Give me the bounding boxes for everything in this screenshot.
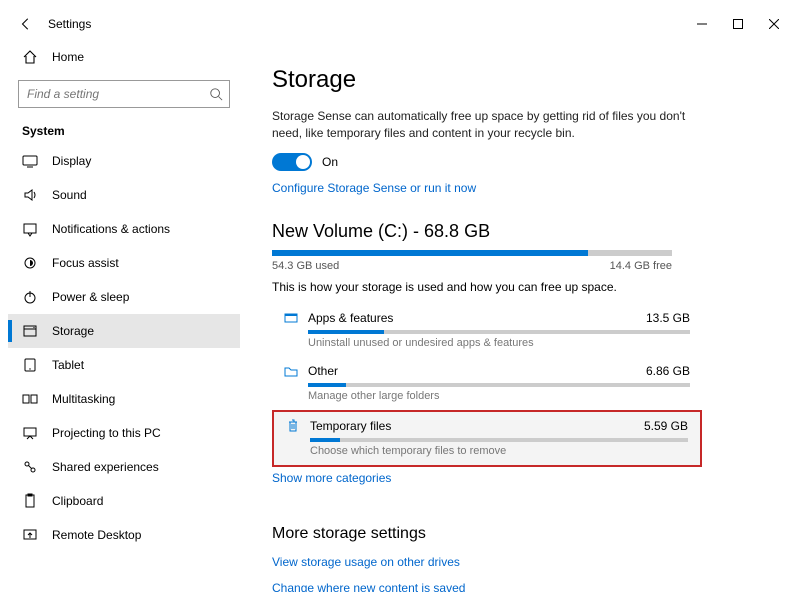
content: Storage Storage Sense can automatically … — [240, 40, 792, 592]
category-apps[interactable]: Apps & features 13.5 GB Uninstall unused o… — [272, 304, 702, 357]
category-bar — [310, 438, 688, 442]
nav-item-label: Display — [52, 154, 91, 168]
group-system-label: System — [8, 116, 240, 144]
window-title: Settings — [48, 17, 91, 31]
shared-icon — [22, 459, 38, 475]
show-more-categories-link[interactable]: Show more categories — [272, 471, 391, 485]
storage-sense-description: Storage Sense can automatically free up … — [272, 108, 692, 143]
nav-item-clipboard[interactable]: Clipboard — [8, 484, 240, 518]
nav-item-label: Clipboard — [52, 494, 103, 508]
category-size: 13.5 GB — [646, 311, 690, 325]
usage-description: This is how your storage is used and how… — [272, 280, 760, 294]
sidebar: Home System Display Sound Notifications & … — [8, 40, 240, 592]
category-folder[interactable]: Other 6.86 GB Manage other large folders — [272, 357, 702, 410]
nav-item-multitasking[interactable]: Multitasking — [8, 382, 240, 416]
configure-storage-sense-link[interactable]: Configure Storage Sense or run it now — [272, 181, 476, 195]
toggle-state-label: On — [322, 155, 338, 169]
nav-item-storage[interactable]: Storage — [8, 314, 240, 348]
free-label: 14.4 GB free — [610, 260, 672, 272]
projecting-icon — [22, 425, 38, 441]
category-subtext: Uninstall unused or undesired apps & fea… — [308, 337, 696, 349]
back-button[interactable] — [8, 8, 44, 40]
used-label: 54.3 GB used — [272, 260, 339, 272]
nav-home[interactable]: Home — [8, 40, 240, 74]
home-icon — [22, 49, 38, 65]
titlebar: Settings — [8, 8, 792, 40]
nav-item-label: Multitasking — [52, 392, 115, 406]
category-size: 5.59 GB — [644, 419, 688, 433]
page-title: Storage — [272, 66, 760, 94]
nav-item-display[interactable]: Display — [8, 144, 240, 178]
nav-item-sound[interactable]: Sound — [8, 178, 240, 212]
close-button[interactable] — [756, 8, 792, 40]
category-subtext: Manage other large folders — [308, 390, 696, 402]
nav-item-projecting[interactable]: Projecting to this PC — [8, 416, 240, 450]
search-icon — [208, 86, 224, 102]
storage-sense-toggle[interactable] — [272, 153, 312, 171]
nav-item-notifications[interactable]: Notifications & actions — [8, 212, 240, 246]
multitasking-icon — [22, 391, 38, 407]
nav-item-shared[interactable]: Shared experiences — [8, 450, 240, 484]
category-subtext: Choose which temporary files to remove — [310, 445, 694, 457]
minimize-button[interactable] — [684, 8, 720, 40]
nav-item-label: Shared experiences — [52, 460, 159, 474]
arrow-left-icon — [18, 16, 34, 32]
change-save-location-link[interactable]: Change where new content is saved — [272, 581, 465, 592]
folder-icon — [278, 363, 304, 379]
maximize-button[interactable] — [720, 8, 756, 40]
search-wrap — [18, 80, 230, 108]
category-bar — [308, 330, 690, 334]
nav-item-power[interactable]: Power & sleep — [8, 280, 240, 314]
nav-home-label: Home — [52, 50, 84, 64]
nav-item-label: Sound — [52, 188, 87, 202]
apps-icon — [278, 310, 304, 326]
category-trash[interactable]: Temporary files 5.59 GB Choose which tempo… — [272, 410, 702, 467]
nav-item-tablet[interactable]: Tablet — [8, 348, 240, 382]
sound-icon — [22, 187, 38, 203]
nav-item-label: Remote Desktop — [52, 528, 141, 542]
trash-icon — [280, 418, 306, 434]
power-icon — [22, 289, 38, 305]
nav-item-remote[interactable]: Remote Desktop — [8, 518, 240, 552]
category-name: Other — [308, 364, 338, 378]
remote-icon — [22, 527, 38, 543]
notifications-icon — [22, 221, 38, 237]
category-size: 6.86 GB — [646, 364, 690, 378]
nav-item-label: Power & sleep — [52, 290, 129, 304]
nav-item-label: Notifications & actions — [52, 222, 170, 236]
volume-usage-bar — [272, 250, 672, 256]
nav-item-focus[interactable]: Focus assist — [8, 246, 240, 280]
display-icon — [22, 153, 38, 169]
nav-item-label: Storage — [52, 324, 94, 338]
nav-item-label: Focus assist — [52, 256, 119, 270]
storage-icon — [22, 323, 38, 339]
tablet-icon — [22, 357, 38, 373]
search-input[interactable] — [18, 80, 230, 108]
nav-list: Display Sound Notifications & actions Focus… — [8, 144, 240, 592]
view-other-drives-link[interactable]: View storage usage on other drives — [272, 555, 460, 569]
category-name: Temporary files — [310, 419, 391, 433]
more-storage-settings-heading: More storage settings — [272, 525, 760, 543]
nav-item-label: Tablet — [52, 358, 84, 372]
category-name: Apps & features — [308, 311, 393, 325]
category-bar — [308, 383, 690, 387]
volume-header: New Volume (C:) - 68.8 GB — [272, 221, 760, 242]
clipboard-icon — [22, 493, 38, 509]
focus-icon — [22, 255, 38, 271]
nav-item-label: Projecting to this PC — [52, 426, 161, 440]
